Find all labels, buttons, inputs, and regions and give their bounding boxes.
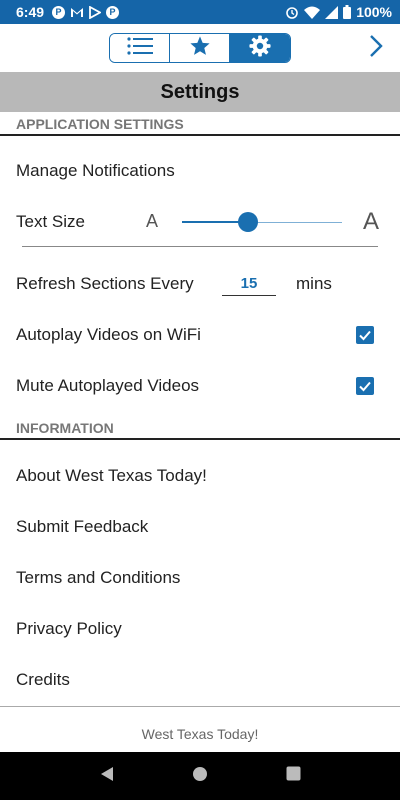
info-item-about[interactable]: About West Texas Today! (0, 450, 400, 501)
page-title: Settings (0, 72, 400, 112)
info-item-label: Terms and Conditions (16, 567, 181, 587)
slider-thumb[interactable] (237, 212, 258, 232)
refresh-unit-label: mins (296, 273, 332, 293)
back-icon (100, 766, 113, 781)
chevron-right-icon (368, 34, 384, 63)
refresh-row: Refresh Sections Every mins (0, 258, 400, 309)
back-button[interactable] (99, 766, 115, 787)
mute-autoplayed-row[interactable]: Mute Autoplayed Videos (0, 360, 400, 411)
info-item-label: Submit Feedback (16, 516, 149, 536)
p-circle-icon: P (106, 5, 120, 19)
alarm-icon (285, 5, 299, 19)
section-header-application: APPLICATION SETTINGS (0, 114, 400, 136)
autoplay-wifi-label: Autoplay Videos on WiFi (16, 324, 201, 344)
info-item-privacy[interactable]: Privacy Policy (0, 603, 400, 654)
top-toolbar (0, 24, 400, 72)
text-size-slider[interactable] (182, 196, 342, 247)
p-circle-icon: P (52, 5, 66, 19)
status-bar: 6:49 P P 100% (0, 0, 400, 24)
battery-icon (343, 5, 352, 19)
text-size-label: Text Size (16, 211, 85, 231)
refresh-label: Refresh Sections Every (16, 273, 194, 293)
info-item-label: Credits (16, 669, 70, 689)
checkmark-icon (359, 381, 371, 391)
battery-percent: 100% (356, 4, 392, 20)
mute-autoplayed-checkbox[interactable] (356, 376, 374, 395)
manage-notifications-label: Manage Notifications (16, 160, 175, 180)
divider (22, 246, 378, 247)
text-size-large-glyph: A (363, 207, 380, 235)
home-icon (193, 766, 208, 781)
segmented-control (109, 33, 291, 63)
section-header-information: INFORMATION (0, 418, 400, 440)
wifi-icon (304, 6, 321, 19)
system-nav-bar (0, 752, 400, 800)
text-size-row: Text Size A A (0, 196, 400, 247)
tab-settings[interactable] (230, 34, 290, 62)
signal-icon (325, 5, 339, 19)
play-store-icon (89, 5, 102, 19)
list-icon (126, 36, 154, 61)
autoplay-wifi-row[interactable]: Autoplay Videos on WiFi (0, 309, 400, 360)
info-item-feedback[interactable]: Submit Feedback (0, 501, 400, 552)
slider-track-rest (247, 221, 342, 223)
next-button[interactable] (364, 34, 388, 63)
info-item-credits[interactable]: Credits (0, 654, 400, 705)
home-button[interactable] (192, 766, 208, 787)
footer-text: West Texas Today! (141, 725, 259, 742)
star-icon (189, 35, 211, 62)
mute-autoplayed-label: Mute Autoplayed Videos (16, 375, 200, 395)
manage-notifications-row[interactable]: Manage Notifications (0, 145, 400, 196)
gmail-icon (70, 7, 84, 18)
recents-button[interactable] (286, 766, 301, 786)
info-item-label: About West Texas Today! (16, 465, 207, 485)
text-size-small-glyph: A (146, 211, 159, 231)
info-item-terms[interactable]: Terms and Conditions (0, 552, 400, 603)
info-item-label: Privacy Policy (16, 618, 122, 638)
refresh-interval-input[interactable] (222, 271, 276, 296)
autoplay-wifi-checkbox[interactable] (356, 325, 374, 344)
recents-icon (286, 766, 301, 781)
footer: West Texas Today! (0, 706, 400, 752)
status-time: 6:49 (16, 4, 45, 20)
tab-favorites[interactable] (170, 34, 230, 62)
checkmark-icon (359, 330, 371, 340)
tab-sections[interactable] (110, 34, 170, 62)
gear-icon (249, 34, 271, 62)
